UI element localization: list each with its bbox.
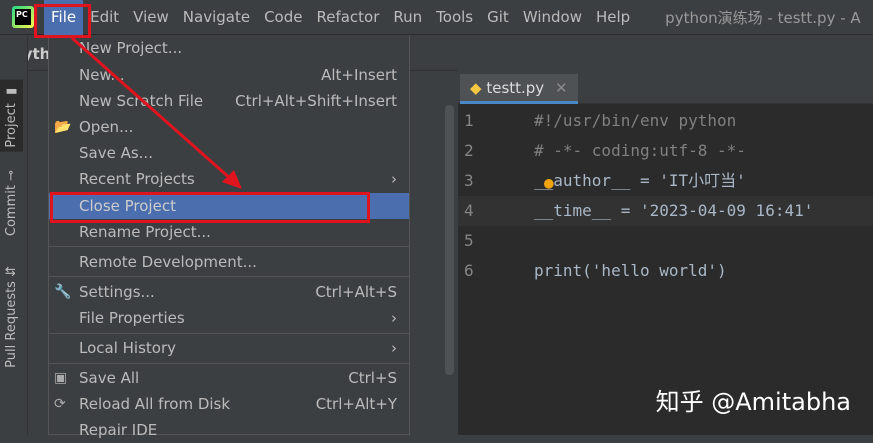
watermark: 知乎 @Amitabha — [655, 388, 851, 416]
annotation-arrow — [71, 36, 242, 189]
